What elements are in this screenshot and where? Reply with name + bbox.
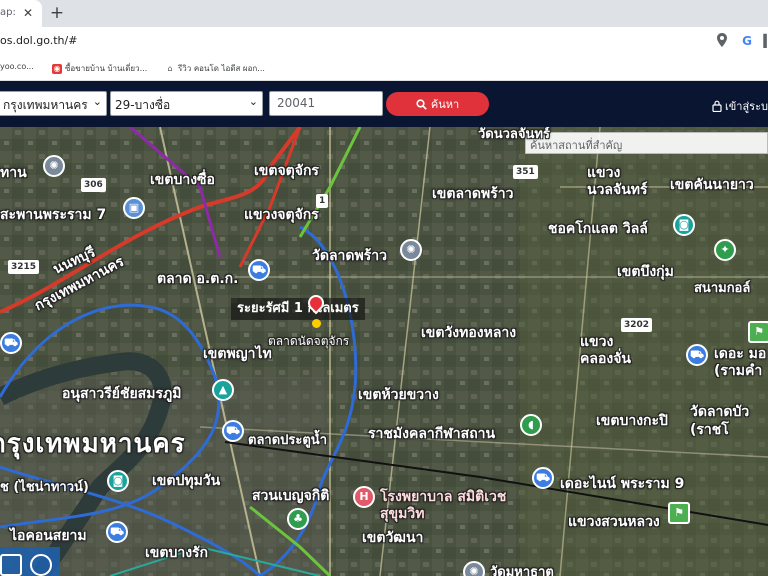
map-label: เขตวังทองหลาง [421,325,517,341]
bookmark-item[interactable]: ◉ ซื้อขายบ้าน บ้านเดี่ยว... [52,62,147,75]
road-shield: 306 [81,178,106,192]
camera-icon[interactable]: ◙ [673,214,695,236]
bookmark-label: ซื้อขายบ้าน บ้านเดี่ยว... [65,64,148,73]
map-label: เขตห้วยขวาง [358,387,439,403]
map-label: เดอะไนน์ พระราม 9 [560,476,685,492]
train-icon[interactable]: ▣ [123,197,145,219]
map-label: แขวง คลองจั่น [580,334,631,367]
map-view[interactable]: ค้นหาสถานที่สำคัญ ทาน เขตบางซื่อ เขตจตุจ… [0,127,768,576]
map-label: ไอคอนสยาม [10,528,87,544]
address-bar[interactable]: os.dol.go.th/# G ▍ [0,27,768,54]
map-label-city: กรุงเทพมหานคร [0,429,186,459]
map-label: โรงพยาบาล สมิติเวช สุขุมวิท [380,489,507,522]
google-icon[interactable]: G [739,33,755,49]
map-label: อนุสาวรีย์ชัยสมรภูมิ [62,386,182,402]
map-label: เขตบางรัก [145,545,209,561]
road-shield: 3202 [621,318,653,332]
map-label: แขวงจตุจักร [244,207,319,223]
draw-circle-icon[interactable] [30,554,52,576]
province-value: กรุงเทพมหานคร [3,98,88,112]
park-icon[interactable]: ♣ [287,508,309,530]
bookmark-favicon-icon: ⌂ [167,63,173,73]
parcel-number-input[interactable]: 20041 [269,91,383,116]
chevron-down-icon: ⌄ [92,95,102,108]
marker-dot [312,319,321,328]
map-label: วัดนวลจันทร์ [478,127,550,142]
map-label: เขตบางกะปิ [596,413,668,429]
bookmark-favicon-icon: ◉ [52,63,62,74]
bookmark-item[interactable]: yoo.co... [0,62,34,71]
province-select[interactable]: กรุงเทพมหานคร ⌄ [0,91,107,116]
map-label: วัดลาดบัว (ราชโ [690,404,750,438]
shopping-bag-icon[interactable]: ⛟ [106,521,128,543]
login-link[interactable]: เข้าสู่ระบ [712,97,768,115]
map-label: ชอคโกแลต วิลล์ [548,221,648,237]
login-label: เข้าสู่ระบ [725,100,768,113]
map-label: ตลาดประตูน้ำ [248,433,327,448]
bookmark-item[interactable]: ⌂ รีวิว คอนโด ไอดีส ผอก... [165,62,265,75]
map-label: เขตลาดพร้าว [432,186,514,202]
map-label: แขวง นวลจันทร์ [587,165,648,198]
map-label: สวนเบญจกิติ [252,488,330,504]
map-label: ทาน [0,165,27,181]
shopping-cart-icon[interactable]: ⛟ [248,259,270,281]
location-pin-icon[interactable] [714,33,730,49]
map-label: ราชมังคลากีฬาสถาน [368,426,496,442]
radius-marker-label: ระยะรัศมี 1 กิโลเมตร [231,298,365,320]
monument-icon[interactable]: ▲ [212,379,234,401]
hospital-icon[interactable]: H [353,486,375,508]
shopping-bag-icon[interactable]: ⛟ [532,467,554,489]
landmark-icon[interactable]: ✺ [463,561,485,576]
app-toolbar: กรุงเทพมหานคร ⌄ 29-บางซื่อ ⌄ 20041 ค้นหา… [0,81,768,127]
map-label: เขตบางซื่อ [150,172,215,188]
road-shield: 351 [513,165,538,179]
map-label: วัดมหาธาตุ [490,565,554,576]
place-search-input[interactable]: ค้นหาสถานที่สำคัญ [525,132,768,154]
map-label: ช (ไชน่าทาวน์) [0,480,89,495]
shopping-bag-icon[interactable]: ⛟ [686,344,708,366]
district-value: 29-บางซื่อ [115,98,171,112]
map-label: สนามกอล์ [694,281,751,296]
url-text[interactable]: os.dol.go.th/# [0,34,77,47]
map-label: เขตคันนายาว [670,177,754,193]
tab-title: ap: [0,7,16,18]
transit-icon[interactable]: ⚑ [668,502,690,524]
map-label: เขตจตุจักร [254,163,319,179]
map-label: วัดลาดพร้าว [312,248,387,264]
map-label: สะพานพระราม 7 [0,207,107,223]
landmark-icon[interactable]: ✺ [43,155,65,177]
extension-icon[interactable]: ▍ [760,33,768,49]
chevron-down-icon: ⌄ [248,95,258,108]
search-icon [416,98,427,110]
bookmark-label: รีวิว คอนโด ไอดีส ผอก... [178,64,265,73]
district-select[interactable]: 29-บางซื่อ ⌄ [110,91,263,116]
map-label: เขตบึงกุ่ม [617,264,674,280]
search-button[interactable]: ค้นหา [386,92,489,116]
bookmark-label: yoo.co... [0,62,34,71]
bookmarks-bar: yoo.co... ◉ ซื้อขายบ้าน บ้านเดี่ยว... ⌂ … [0,54,768,81]
sports-icon[interactable]: ✦ [714,239,736,261]
new-tab-icon[interactable]: + [48,4,66,22]
map-label: เขตพญาไท [203,346,272,362]
marker-sublabel: ตลาดนัดจตุจักร [268,334,350,348]
stadium-icon[interactable]: ◖ [520,414,542,436]
lock-icon [712,100,722,112]
search-button-label: ค้นหา [430,98,460,111]
camera-icon[interactable]: ◙ [107,470,129,492]
map-label: เขตปทุมวัน [152,473,221,489]
browser-tab[interactable]: ap: ✕ [0,0,42,27]
map-label: ตลาด อ.ต.ก. [157,271,239,287]
shopping-bag-icon[interactable]: ⛟ [0,332,22,354]
shopping-cart-icon[interactable]: ⛟ [222,420,244,442]
draw-square-icon[interactable] [0,554,22,576]
landmark-icon[interactable]: ✺ [400,239,422,261]
road-shield: 3215 [8,260,40,274]
browser-tab-strip: ap: ✕ + [0,0,768,27]
road-shield: 1 [316,194,329,208]
map-label: เขตวัฒนา [362,530,424,546]
tab-close-icon[interactable]: ✕ [20,5,36,21]
map-label: แขวงสวนหลวง [568,514,660,530]
transit-icon[interactable]: ⚑ [748,321,768,343]
map-label: เดอะ มอ (รามคำ [714,346,767,379]
